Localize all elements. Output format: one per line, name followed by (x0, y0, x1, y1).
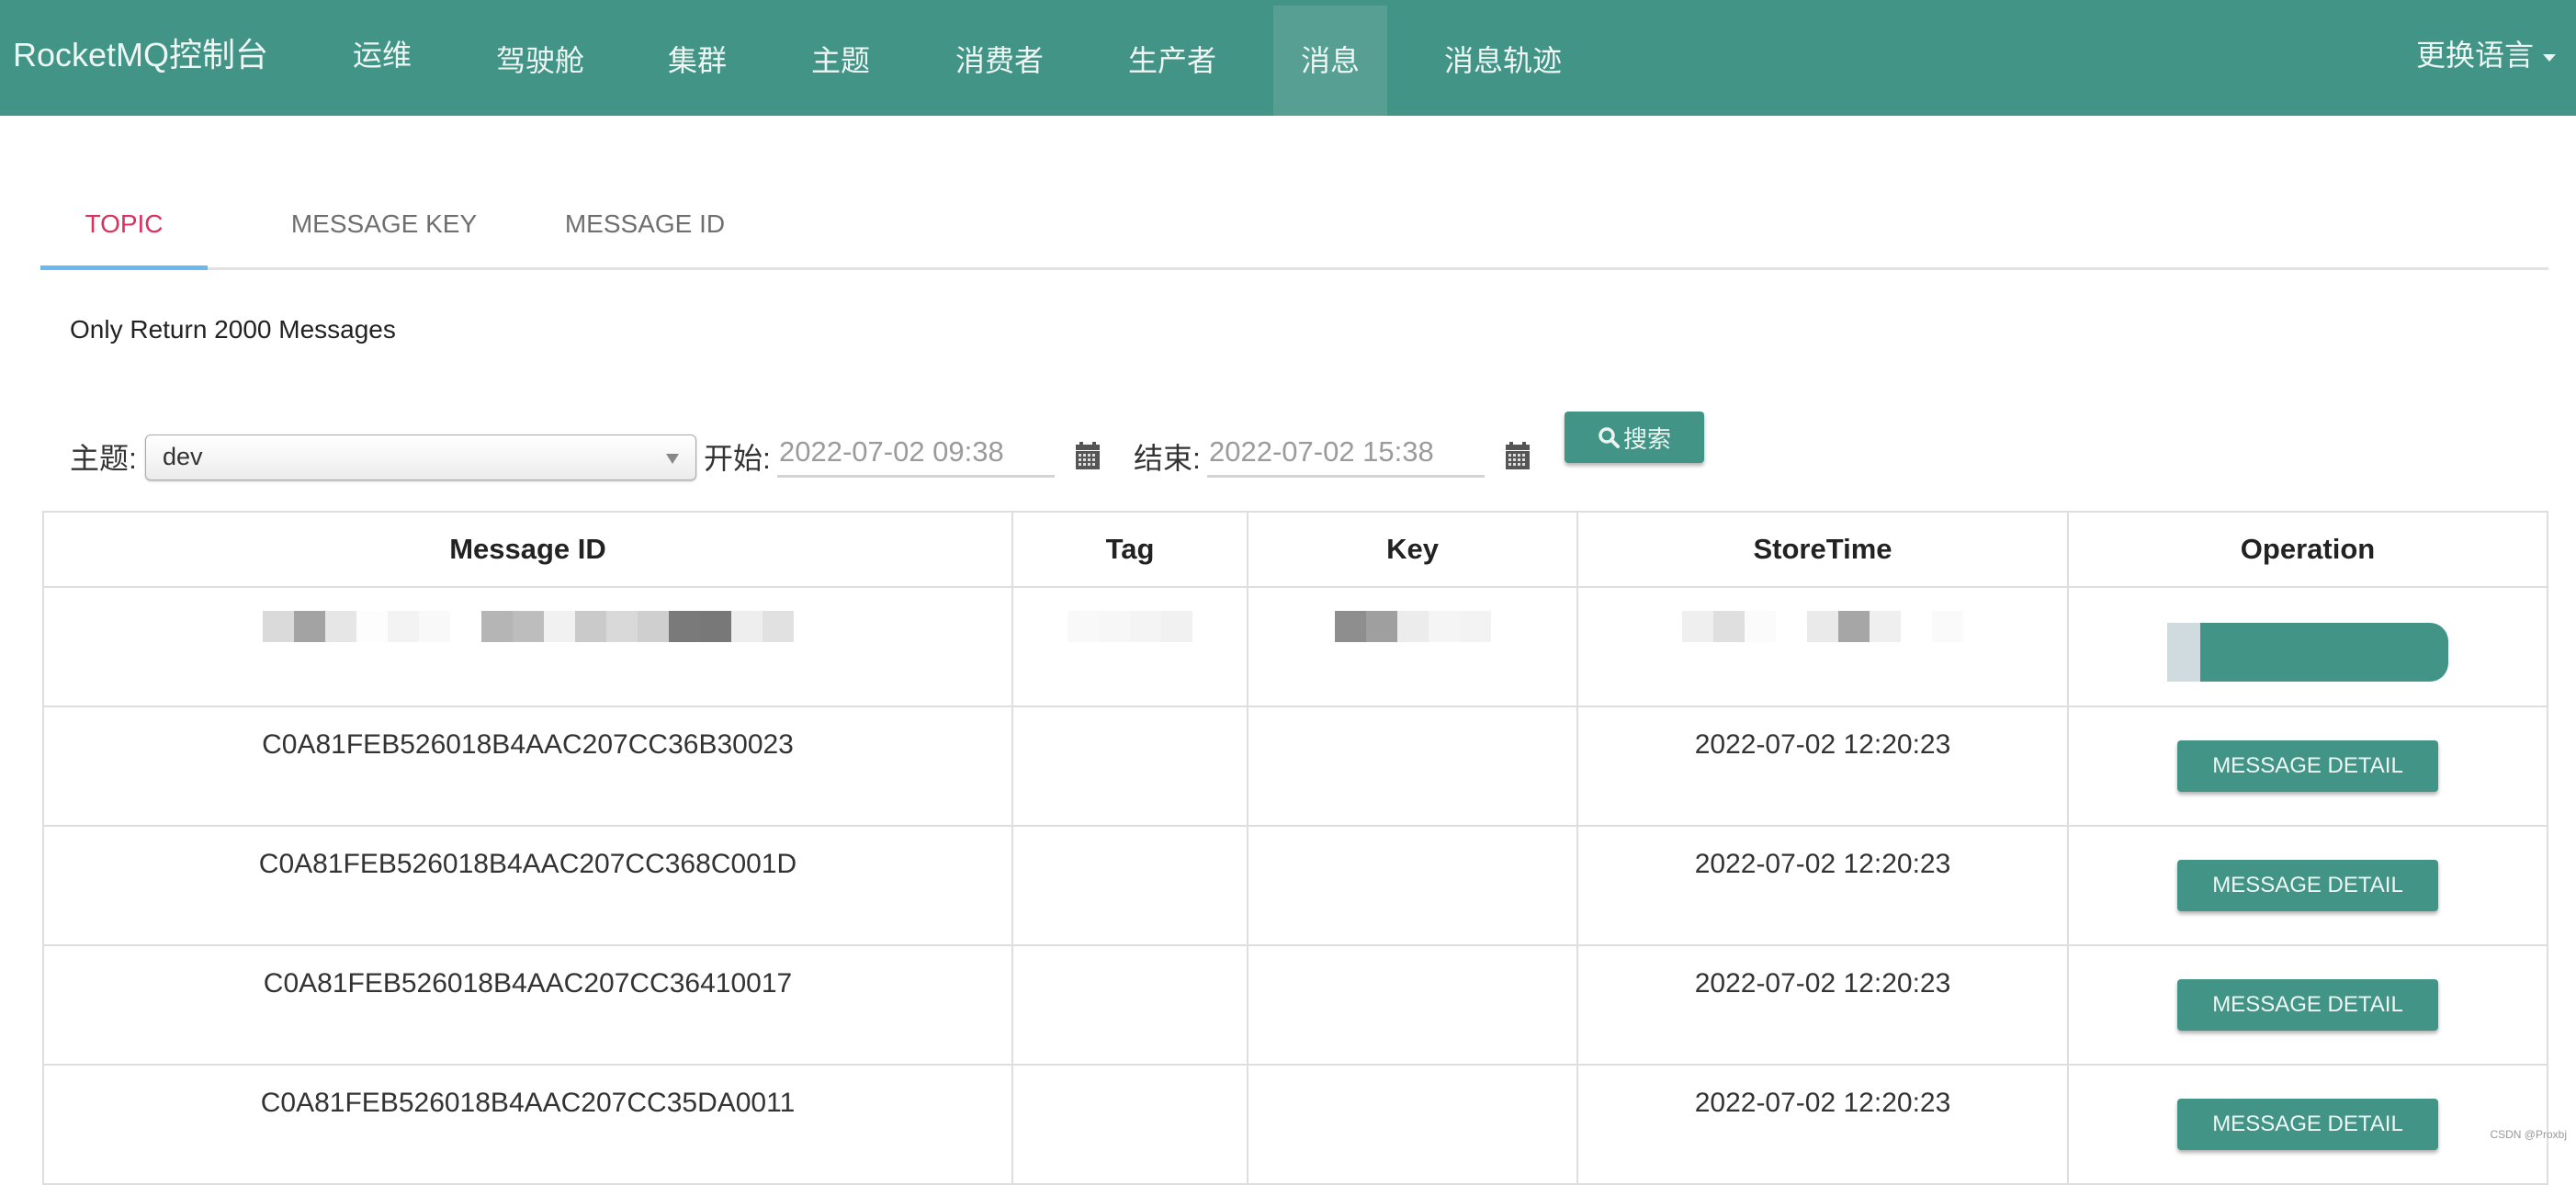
cell-operation: MESSAGE DETAIL (2068, 706, 2548, 826)
watermark: CSDN @Proxbj (2490, 1128, 2567, 1141)
column-header-tag: Tag (1012, 512, 1248, 587)
redacted-block (263, 611, 794, 642)
cell-storetime: 2022-07-02 12:20:23 (1577, 826, 2068, 945)
calendar-icon[interactable] (1506, 442, 1530, 469)
search-mode-tabs: TOPIC MESSAGE KEY MESSAGE ID (40, 182, 2548, 270)
start-label: 开始: (704, 435, 771, 478)
search-button-label: 搜索 (1623, 421, 1671, 455)
nav-item-dashboard[interactable]: 驾驶舱 (496, 6, 584, 116)
nav-item-ops[interactable]: 运维 (353, 0, 412, 110)
nav-item-producer[interactable]: 生产者 (1128, 6, 1216, 116)
cell-tag (1012, 945, 1248, 1065)
cell-key (1248, 706, 1577, 826)
message-detail-button[interactable]: MESSAGE DETAIL (2177, 1099, 2438, 1150)
topic-select[interactable]: dev (145, 434, 696, 480)
cell-storetime: 2022-07-02 12:20:23 (1577, 706, 2068, 826)
topic-selected-value: dev (163, 443, 203, 471)
tab-message-id[interactable]: MESSAGE ID (518, 182, 772, 270)
table-row: C0A81FEB526018B4AAC207CC35DA0011 2022-07… (43, 1065, 2548, 1184)
cell-storetime: 2022-07-02 12:20:23 (1577, 945, 2068, 1065)
column-header-key: Key (1248, 512, 1577, 587)
cell-storetime: 2022-07-02 12:20:23 (1577, 1065, 2068, 1184)
redacted-block (1682, 611, 1963, 642)
table-row: C0A81FEB526018B4AAC207CC36B30023 2022-07… (43, 706, 2548, 826)
nav-item-consumer[interactable]: 消费者 (955, 6, 1044, 116)
calendar-icon[interactable] (1076, 442, 1100, 469)
redacted-block (1068, 611, 1192, 642)
column-header-storetime: StoreTime (1577, 512, 2068, 587)
top-navbar: RocketMQ控制台 运维 驾驶舱 集群 主题 消费者 生产者 消息 消息轨迹… (0, 0, 2576, 116)
cell-key-redacted (1248, 587, 1577, 706)
start-time-input[interactable] (777, 428, 1055, 478)
language-dropdown[interactable]: 更换语言 (2416, 28, 2556, 83)
end-time-input[interactable] (1207, 428, 1485, 478)
dropdown-arrow-icon (666, 454, 679, 464)
table-row-redacted (43, 587, 2548, 706)
brand-logo[interactable]: RocketMQ控制台 (13, 28, 268, 83)
message-detail-button[interactable]: MESSAGE DETAIL (2177, 979, 2438, 1031)
cell-key (1248, 826, 1577, 945)
table-row: C0A81FEB526018B4AAC207CC36410017 2022-07… (43, 945, 2548, 1065)
cell-message-id: C0A81FEB526018B4AAC207CC36B30023 (43, 706, 1012, 826)
end-label: 结束: (1134, 435, 1201, 478)
cell-operation: MESSAGE DETAIL (2068, 826, 2548, 945)
cell-key (1248, 1065, 1577, 1184)
table-row: C0A81FEB526018B4AAC207CC368C001D 2022-07… (43, 826, 2548, 945)
column-header-message-id: Message ID (43, 512, 1012, 587)
language-label: 更换语言 (2416, 39, 2534, 72)
cell-key (1248, 945, 1577, 1065)
cell-tag (1012, 706, 1248, 826)
cell-storetime-redacted (1577, 587, 2068, 706)
cell-message-id: C0A81FEB526018B4AAC207CC36410017 (43, 945, 1012, 1065)
column-header-operation: Operation (2068, 512, 2548, 587)
search-icon (1598, 426, 1620, 448)
topic-label: 主题: (70, 435, 137, 478)
cell-operation: MESSAGE DETAIL (2068, 1065, 2548, 1184)
nav-item-cluster[interactable]: 集群 (668, 6, 727, 116)
nav-item-message[interactable]: 消息 (1273, 6, 1387, 116)
result-limit-notice: Only Return 2000 Messages (70, 315, 396, 344)
nav-item-topic[interactable]: 主题 (811, 6, 870, 116)
message-table: Message ID Tag Key StoreTime Operation (42, 511, 2548, 1185)
message-detail-button[interactable]: MESSAGE DETAIL (2177, 740, 2438, 792)
message-detail-button[interactable]: MESSAGE DETAIL (2177, 860, 2438, 911)
cell-message-id: C0A81FEB526018B4AAC207CC368C001D (43, 826, 1012, 945)
nav-item-message-trace[interactable]: 消息轨迹 (1444, 6, 1562, 116)
cell-tag-redacted (1012, 587, 1248, 706)
active-tab-indicator (40, 265, 208, 270)
redacted-detail-button[interactable] (2167, 623, 2448, 682)
cell-message-id-redacted (43, 587, 1012, 706)
cell-tag (1012, 826, 1248, 945)
search-button[interactable]: 搜索 (1565, 412, 1704, 463)
caret-down-icon (2543, 54, 2556, 62)
tab-message-key[interactable]: MESSAGE KEY (250, 182, 518, 270)
table-header-row: Message ID Tag Key StoreTime Operation (43, 512, 2548, 587)
tab-topic[interactable]: TOPIC (40, 182, 208, 270)
redacted-block (1335, 611, 1491, 642)
cell-operation: MESSAGE DETAIL (2068, 945, 2548, 1065)
cell-tag (1012, 1065, 1248, 1184)
cell-operation-redacted (2068, 587, 2548, 706)
cell-message-id: C0A81FEB526018B4AAC207CC35DA0011 (43, 1065, 1012, 1184)
